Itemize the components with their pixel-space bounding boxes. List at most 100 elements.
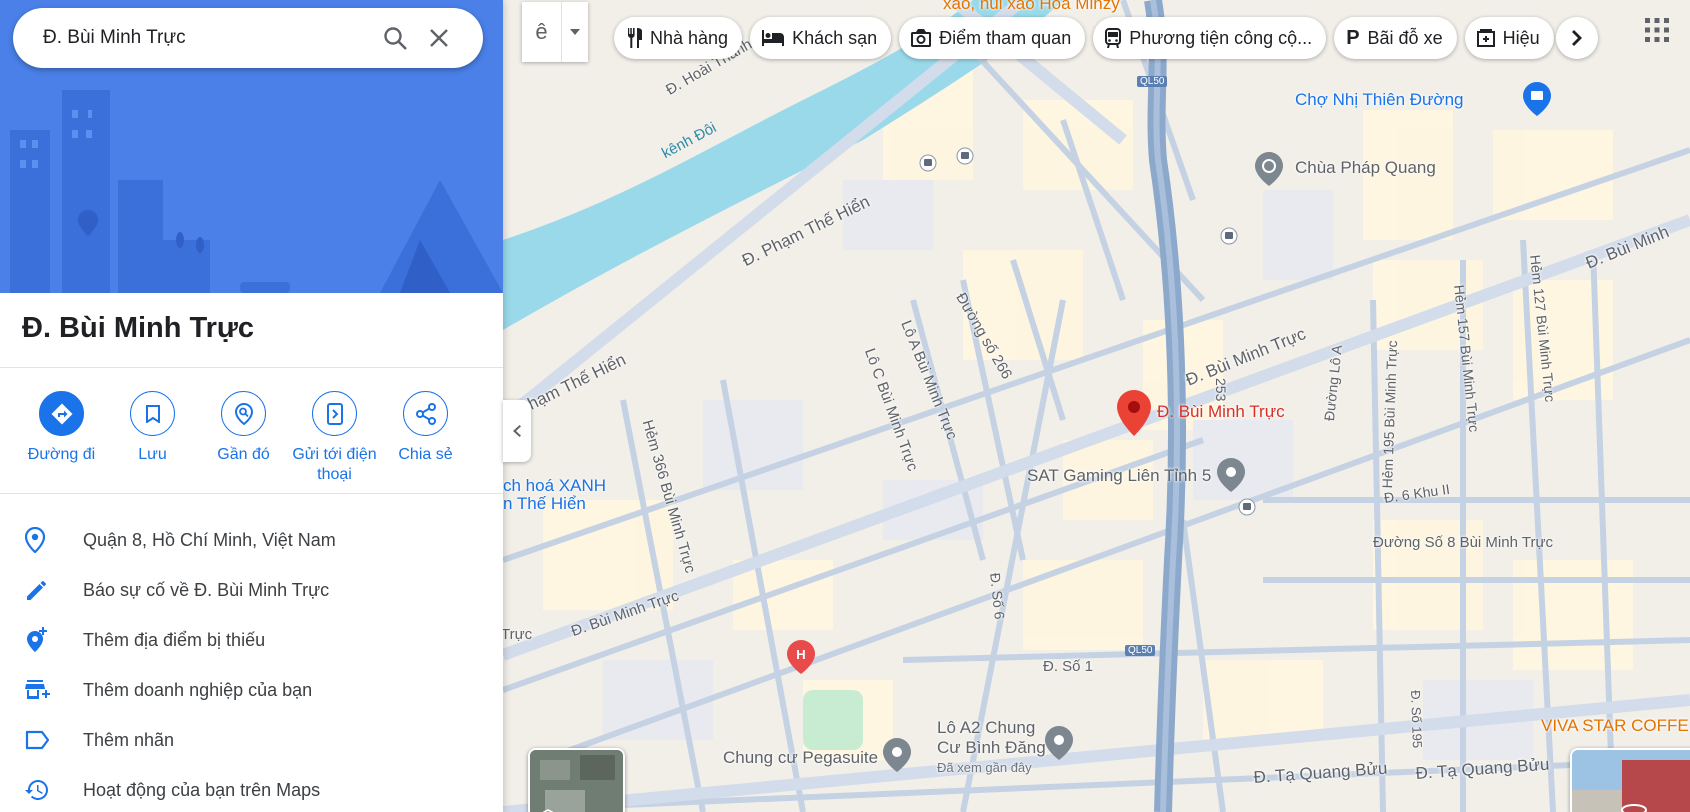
- chip-label: Phương tiện công cộ...: [1129, 27, 1313, 48]
- map-base: [503, 0, 1690, 812]
- action-label: Chia sẻ: [398, 446, 453, 463]
- info-text: Thêm địa điểm bị thiếu: [83, 629, 266, 650]
- address-row[interactable]: Quận 8, Hồ Chí Minh, Việt Nam: [0, 515, 503, 565]
- chip-label: Hiệu: [1502, 27, 1540, 48]
- apps-grid-icon[interactable]: [1645, 18, 1675, 48]
- bus-stop-icon[interactable]: [956, 147, 974, 170]
- map-label-poi[interactable]: ch hoá XANH: [503, 476, 606, 496]
- hospital-marker[interactable]: H: [787, 640, 815, 679]
- pharmacy-icon: [1476, 29, 1495, 47]
- divider: [0, 493, 503, 494]
- search-input[interactable]: [43, 27, 373, 49]
- map-label-poi[interactable]: SAT Gaming Liên Tỉnh 5: [1027, 466, 1211, 486]
- action-label: Gần đó: [217, 446, 270, 463]
- maps-activity-row[interactable]: Hoạt động của bạn trên Maps: [0, 765, 503, 812]
- bookmark-icon: [130, 391, 175, 436]
- selected-place-marker[interactable]: [1117, 390, 1151, 441]
- shopping-marker[interactable]: [1523, 82, 1551, 121]
- share-button[interactable]: Chia sẻ: [380, 391, 471, 485]
- map-canvas[interactable]: xáo, núi xáo Hòa Minzy Đ. Hoài Thanh kên…: [503, 0, 1690, 812]
- info-text: Báo sự cố về Đ. Bùi Minh Trực: [83, 579, 330, 600]
- bus-stop-icon[interactable]: [1220, 227, 1238, 250]
- poi-line: Cư Bình Đăng: [937, 738, 1046, 757]
- chip-pharmacy[interactable]: Hiệu: [1464, 17, 1554, 59]
- chevron-left-icon: [513, 425, 521, 437]
- nearby-icon: [221, 391, 266, 436]
- add-label-row[interactable]: Thêm nhãn: [0, 715, 503, 765]
- search-icon: [384, 27, 407, 50]
- add-location-icon: [0, 627, 83, 653]
- caret-down-icon: [570, 29, 580, 35]
- input-tool-dropdown[interactable]: [562, 2, 588, 62]
- info-text: Thêm nhãn: [83, 729, 175, 750]
- map-label-poi[interactable]: n Thế Hiển: [503, 494, 586, 514]
- selected-place-label[interactable]: Đ. Bùi Minh Trực: [1157, 402, 1285, 422]
- action-label: Lưu: [138, 446, 167, 463]
- location-pin-icon: [0, 527, 83, 553]
- poi-recent-note: Đã xem gần đây: [937, 760, 1032, 775]
- send-to-phone-icon: [312, 391, 357, 436]
- poi-line: Lô A2 Chung: [937, 718, 1036, 737]
- nearby-button[interactable]: Gần đó: [198, 391, 289, 485]
- poi-marker[interactable]: [1045, 726, 1073, 765]
- highway-shield: QL50: [1137, 76, 1168, 87]
- map-label-street: Đ. Số 195: [1408, 690, 1426, 749]
- add-missing-place-row[interactable]: Thêm địa điểm bị thiếu: [0, 615, 503, 665]
- chip-attractions[interactable]: Điểm tham quan: [899, 17, 1086, 59]
- history-icon: [0, 778, 83, 802]
- layers-button[interactable]: [528, 748, 625, 812]
- temple-marker[interactable]: [1255, 152, 1283, 191]
- hospital-letter: H: [796, 647, 805, 662]
- save-button[interactable]: Lưu: [107, 391, 198, 485]
- close-icon: [430, 29, 448, 47]
- chip-label: Khách sạn: [792, 27, 878, 48]
- map-label-street: Trực: [503, 626, 533, 643]
- satellite-thumbnail: [530, 750, 623, 812]
- chip-hotels[interactable]: Khách sạn: [750, 17, 892, 59]
- directions-button[interactable]: Đường đi: [16, 391, 107, 485]
- info-text: Thêm doanh nghiệp của bạn: [83, 679, 313, 700]
- hotel-icon: [762, 30, 785, 46]
- divider: [0, 367, 503, 368]
- google-maps-app: xáo, núi xáo Hòa Minzy Đ. Hoài Thanh kên…: [0, 0, 1690, 812]
- map-label-street: 253: [1213, 378, 1229, 402]
- chip-parking[interactable]: P Bãi đỗ xe: [1334, 17, 1457, 59]
- chips-next-button[interactable]: [1556, 17, 1598, 59]
- parking-icon: P: [1346, 26, 1360, 49]
- poi-marker[interactable]: [883, 738, 911, 777]
- map-label-poi[interactable]: Lô A2 Chung Cư Bình Đăng Đã xem gần đây: [937, 718, 1046, 778]
- side-panel: Đ. Bùi Minh Trực Đường đi Lưu Gần đó: [0, 0, 503, 812]
- bus-stop-icon[interactable]: [1238, 498, 1256, 521]
- add-business-row[interactable]: Thêm doanh nghiệp của bạn: [0, 665, 503, 715]
- report-issue-row[interactable]: Báo sự cố về Đ. Bùi Minh Trực: [0, 565, 503, 615]
- chip-transit[interactable]: Phương tiện công cộ...: [1093, 17, 1327, 59]
- highway-shield: QL50: [1125, 645, 1156, 656]
- map-label-poi[interactable]: VIVA STAR COFFE: [1541, 716, 1689, 736]
- poi-marker[interactable]: [1217, 458, 1245, 497]
- add-business-icon: [0, 678, 83, 702]
- action-buttons: Đường đi Lưu Gần đó Gửi tới điện thoại C…: [16, 391, 486, 485]
- action-label: Gửi tới điện thoại: [292, 446, 377, 483]
- street-view-thumbnail[interactable]: [1570, 748, 1690, 812]
- search-button[interactable]: [373, 16, 417, 60]
- share-icon: [403, 391, 448, 436]
- input-tool-button[interactable]: ê: [522, 2, 562, 62]
- chip-label: Nhà hàng: [650, 27, 729, 48]
- send-to-phone-button[interactable]: Gửi tới điện thoại: [289, 391, 380, 485]
- map-label-street: Đ. Số 1: [1043, 658, 1094, 675]
- chip-label: Điểm tham quan: [939, 27, 1072, 48]
- info-text: Hoạt động của bạn trên Maps: [83, 779, 321, 800]
- clear-search-button[interactable]: [417, 16, 461, 60]
- map-label-poi[interactable]: Chùa Pháp Quang: [1295, 158, 1436, 178]
- map-label-poi[interactable]: Chung cư Pegasuite: [723, 748, 878, 768]
- bus-stop-icon[interactable]: [919, 154, 937, 177]
- label-icon: [0, 730, 83, 750]
- directions-icon: [39, 391, 84, 436]
- collapse-panel-button[interactable]: [503, 400, 531, 462]
- map-label-poi[interactable]: Chợ Nhị Thiên Đường: [1295, 90, 1464, 110]
- map-label-street: Đường Số 8 Bùi Minh Trực: [1373, 534, 1553, 551]
- chevron-right-icon: [1572, 30, 1582, 46]
- restaurant-icon: [626, 28, 642, 48]
- camera-icon: [911, 29, 932, 47]
- chip-restaurants[interactable]: Nhà hàng: [614, 17, 743, 59]
